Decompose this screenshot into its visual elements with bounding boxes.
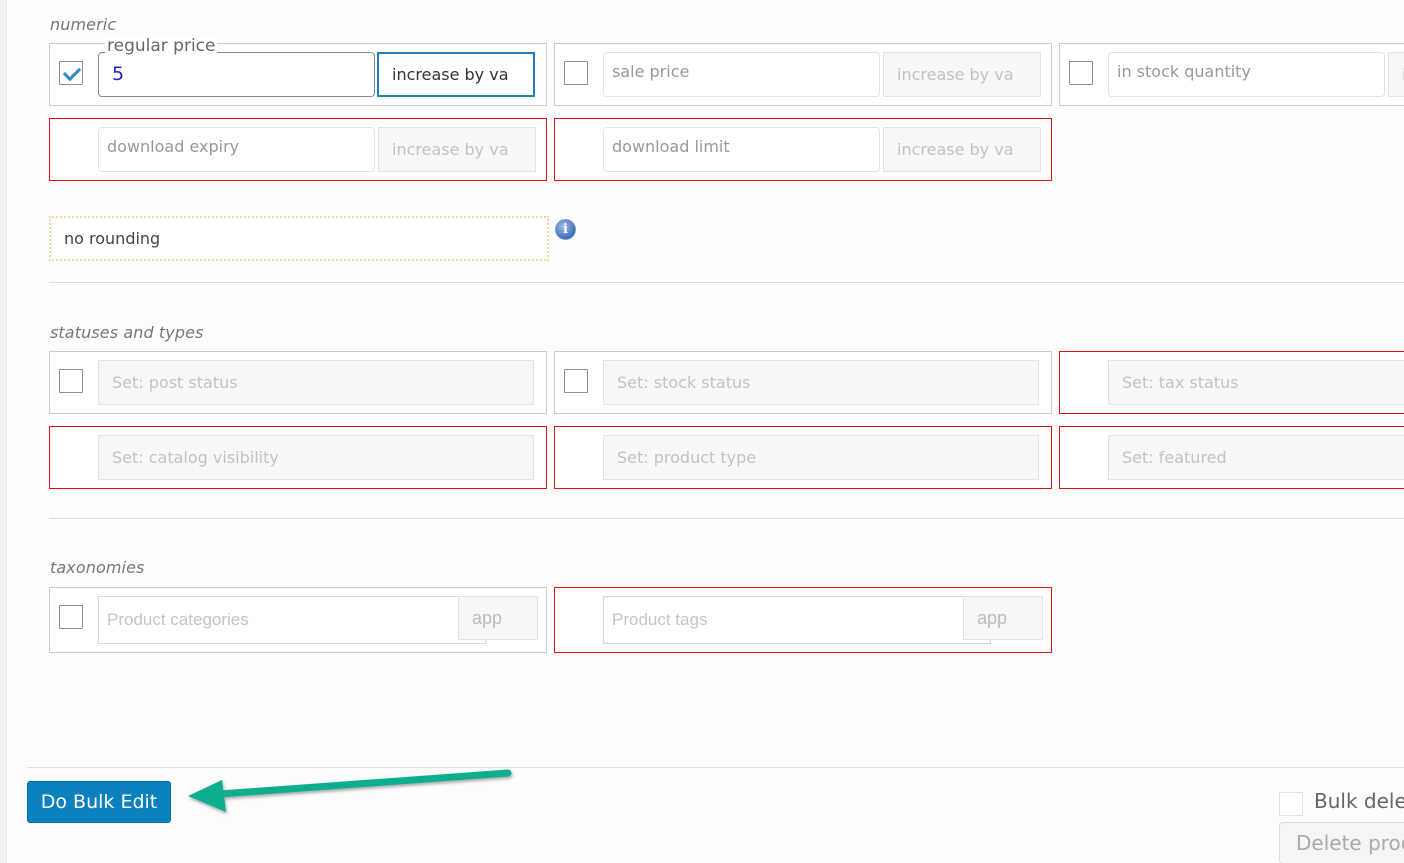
product-categories-mode-select[interactable]: app (458, 596, 538, 640)
download-limit-operation-select[interactable]: increase by va (883, 127, 1041, 172)
product-categories-row: Product categories app (49, 587, 547, 653)
in-stock-quantity-input[interactable]: in stock quantity (1108, 52, 1385, 97)
product-categories-input[interactable]: Product categories (98, 596, 486, 644)
featured-row: Set: featured (1059, 426, 1404, 489)
regular-price-label: regular price (105, 36, 218, 56)
product-tags-input[interactable]: Product tags (603, 596, 991, 644)
rounding-select[interactable]: no rounding (49, 216, 549, 261)
sale-price-row: sale price increase by va (554, 43, 1052, 106)
catalog-visibility-select[interactable]: Set: catalog visibility (98, 435, 534, 480)
download-expiry-operation-select[interactable]: increase by va (378, 127, 536, 172)
product-tags-row: Product tags app (554, 587, 1052, 653)
left-edge-strip (0, 0, 7, 863)
post-status-checkbox[interactable] (59, 369, 83, 393)
section-title-numeric: numeric (50, 15, 117, 34)
product-categories-checkbox[interactable] (59, 605, 83, 629)
product-tags-mode-select[interactable]: app (963, 596, 1043, 640)
in-stock-quantity-checkbox[interactable] (1069, 61, 1093, 85)
annotation-arrow-icon (188, 769, 512, 812)
regular-price-row: regular price 5 increase by va (49, 36, 547, 106)
info-icon[interactable]: i (555, 219, 576, 240)
sale-price-checkbox[interactable] (564, 61, 588, 85)
download-expiry-input[interactable]: download expiry (98, 127, 375, 172)
do-bulk-edit-button[interactable]: Do Bulk Edit (27, 781, 171, 823)
stock-status-checkbox[interactable] (564, 369, 588, 393)
sale-price-operation-select[interactable]: increase by va (883, 52, 1041, 97)
post-status-select[interactable]: Set: post status (98, 360, 534, 405)
product-type-row: Set: product type (554, 426, 1052, 489)
download-expiry-row: download expiry increase by va (49, 118, 547, 181)
download-limit-row: download limit increase by va (554, 118, 1052, 181)
product-type-select[interactable]: Set: product type (603, 435, 1039, 480)
tax-status-select[interactable]: Set: tax status (1108, 360, 1404, 405)
tax-status-row: Set: tax status (1059, 351, 1404, 414)
sale-price-input[interactable]: sale price (603, 52, 880, 97)
featured-select[interactable]: Set: featured (1108, 435, 1404, 480)
regular-price-value: 5 (112, 63, 125, 85)
section-divider (49, 518, 1404, 519)
in-stock-quantity-row: in stock quantity increase by va (1059, 43, 1404, 106)
section-divider (49, 282, 1404, 283)
post-status-row: Set: post status (49, 351, 547, 414)
stock-status-row: Set: stock status (554, 351, 1052, 414)
section-title-statuses: statuses and types (50, 323, 204, 342)
catalog-visibility-row: Set: catalog visibility (49, 426, 547, 489)
bulk-delete-checkbox[interactable] (1279, 792, 1303, 816)
delete-products-button[interactable]: Delete products (1279, 822, 1404, 863)
download-limit-input[interactable]: download limit (603, 127, 880, 172)
section-title-taxonomies: taxonomies (50, 558, 145, 577)
regular-price-input[interactable]: regular price 5 (98, 36, 375, 97)
regular-price-checkbox[interactable] (59, 61, 83, 85)
bulk-delete-label: Bulk delete (1314, 789, 1404, 813)
stock-status-select[interactable]: Set: stock status (603, 360, 1039, 405)
regular-price-operation-select[interactable]: increase by va (377, 52, 535, 97)
in-stock-quantity-operation-select[interactable]: increase by va (1388, 52, 1404, 97)
